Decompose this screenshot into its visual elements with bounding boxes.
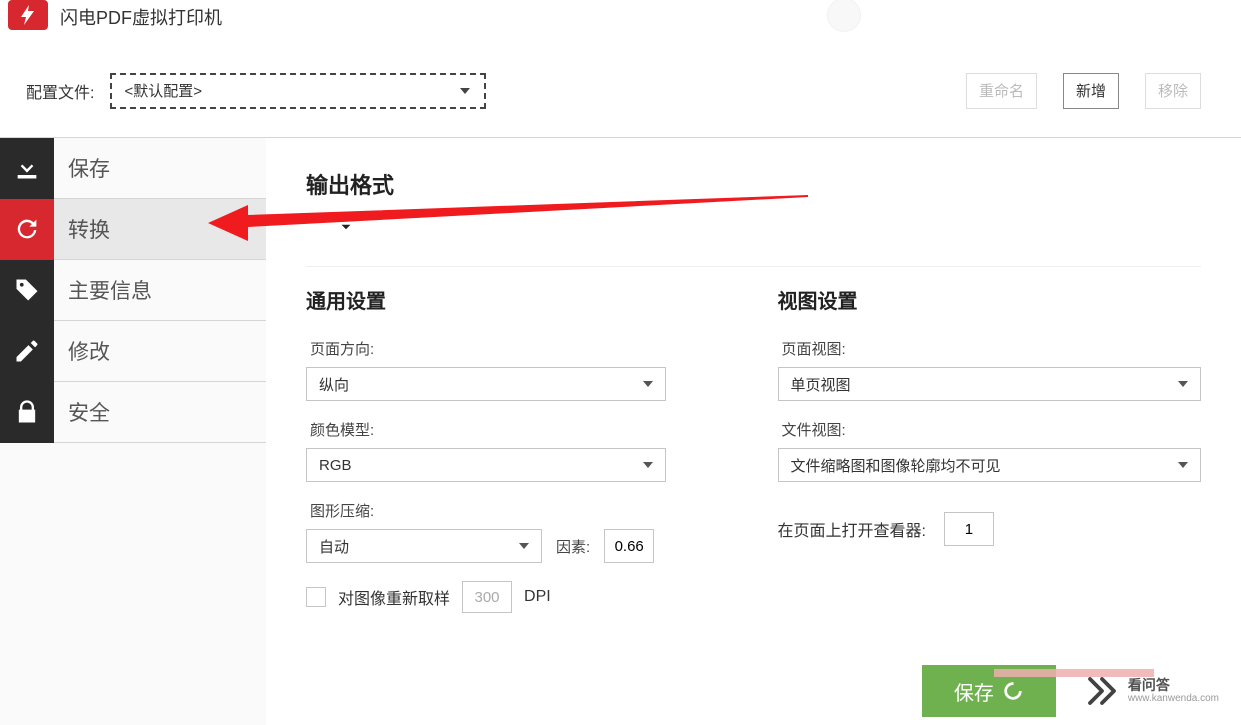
pencil-icon xyxy=(0,321,54,382)
watermark: 看问答 www.kanwenda.com xyxy=(1084,673,1219,709)
annotation-arrow-icon xyxy=(208,193,848,253)
add-button[interactable]: 新增 xyxy=(1063,73,1119,109)
sidebar-item-label: 修改 xyxy=(54,336,110,366)
sidebar-item-label: 转换 xyxy=(54,214,110,244)
footer: 保存 看问答 www.kanwenda.com xyxy=(922,657,1219,725)
page-orientation-label: 页面方向: xyxy=(310,338,730,359)
compression-label: 图形压缩: xyxy=(310,500,730,521)
output-format-title: 输出格式 xyxy=(306,168,1201,200)
file-view-label: 文件视图: xyxy=(782,419,1202,440)
color-model-label: 颜色模型: xyxy=(310,419,730,440)
sidebar-item-modify[interactable]: 修改 xyxy=(0,321,266,382)
resample-checkbox[interactable] xyxy=(306,587,326,607)
page-view-label: 页面视图: xyxy=(782,338,1202,359)
file-view-value: 文件缩略图和图像轮廓均不可见 xyxy=(791,455,1001,476)
chevron-down-icon xyxy=(1178,381,1188,387)
dpi-suffix: DPI xyxy=(524,588,551,606)
main-area: 保存 转换 主要信息 修改 安全 xyxy=(0,138,1241,725)
open-page-label: 在页面上打开查看器: xyxy=(778,517,926,541)
format-dropdown[interactable] xyxy=(318,212,374,242)
sidebar-item-info[interactable]: 主要信息 xyxy=(0,260,266,321)
file-view-select[interactable]: 文件缩略图和图像轮廓均不可见 xyxy=(778,448,1202,482)
app-logo-icon xyxy=(8,0,48,30)
profile-label: 配置文件: xyxy=(26,79,94,103)
watermark-name: 看问答 xyxy=(1128,678,1219,693)
chevron-down-icon xyxy=(643,381,653,387)
spinner-icon xyxy=(1002,680,1024,702)
factor-input[interactable] xyxy=(604,529,654,563)
profile-select[interactable]: <默认配置> xyxy=(110,73,486,109)
profile-buttons: 重命名 新增 移除 xyxy=(966,73,1201,109)
refresh-icon xyxy=(0,199,54,260)
general-settings-column: 通用设置 页面方向: 纵向 颜色模型: RGB 图形压缩: 自动 xyxy=(306,285,730,613)
rename-button[interactable]: 重命名 xyxy=(966,73,1037,109)
page-view-value: 单页视图 xyxy=(791,374,851,395)
header-orb-icon xyxy=(827,0,861,32)
remove-button[interactable]: 移除 xyxy=(1145,73,1201,109)
watermark-logo-icon xyxy=(1084,673,1120,709)
download-icon xyxy=(0,138,54,199)
open-page-input[interactable] xyxy=(944,512,994,546)
chevron-down-icon xyxy=(460,88,470,94)
page-orientation-select[interactable]: 纵向 xyxy=(306,367,666,401)
compression-select[interactable]: 自动 xyxy=(306,529,542,563)
sidebar-item-label: 保存 xyxy=(54,153,110,183)
factor-label: 因素: xyxy=(556,536,590,557)
sidebar-item-label: 主要信息 xyxy=(54,275,152,305)
chevron-down-icon xyxy=(1178,462,1188,468)
profile-bar: 配置文件: <默认配置> 重命名 新增 移除 xyxy=(0,44,1241,138)
view-settings-title: 视图设置 xyxy=(778,285,1202,314)
view-settings-column: 视图设置 页面视图: 单页视图 文件视图: 文件缩略图和图像轮廓均不可见 在页面… xyxy=(778,285,1202,613)
save-button-label: 保存 xyxy=(954,677,994,706)
sidebar-item-convert[interactable]: 转换 xyxy=(0,199,266,260)
resample-label: 对图像重新取样 xyxy=(338,585,450,609)
divider xyxy=(306,266,1201,267)
sidebar-item-save[interactable]: 保存 xyxy=(0,138,266,199)
general-settings-title: 通用设置 xyxy=(306,285,730,314)
compression-value: 自动 xyxy=(319,536,349,557)
watermark-url: www.kanwenda.com xyxy=(1128,693,1219,704)
title-bar: 闪电PDF虚拟打印机 xyxy=(0,0,1241,44)
page-view-select[interactable]: 单页视图 xyxy=(778,367,1202,401)
content-panel: 输出格式 通用设置 页面方向: 纵向 颜色模型: RGB 图形压缩: xyxy=(266,138,1241,725)
color-model-select[interactable]: RGB xyxy=(306,448,666,482)
sidebar: 保存 转换 主要信息 修改 安全 xyxy=(0,138,266,725)
chevron-down-icon xyxy=(519,543,529,549)
color-model-value: RGB xyxy=(319,457,352,474)
chevron-down-icon xyxy=(643,462,653,468)
tag-icon xyxy=(0,260,54,321)
app-title: 闪电PDF虚拟打印机 xyxy=(60,4,222,30)
sidebar-item-security[interactable]: 安全 xyxy=(0,382,266,443)
profile-selected: <默认配置> xyxy=(124,80,202,101)
resample-dpi-input[interactable] xyxy=(462,581,512,613)
page-orientation-value: 纵向 xyxy=(319,374,349,395)
lock-icon xyxy=(0,382,54,443)
sidebar-item-label: 安全 xyxy=(54,397,110,427)
